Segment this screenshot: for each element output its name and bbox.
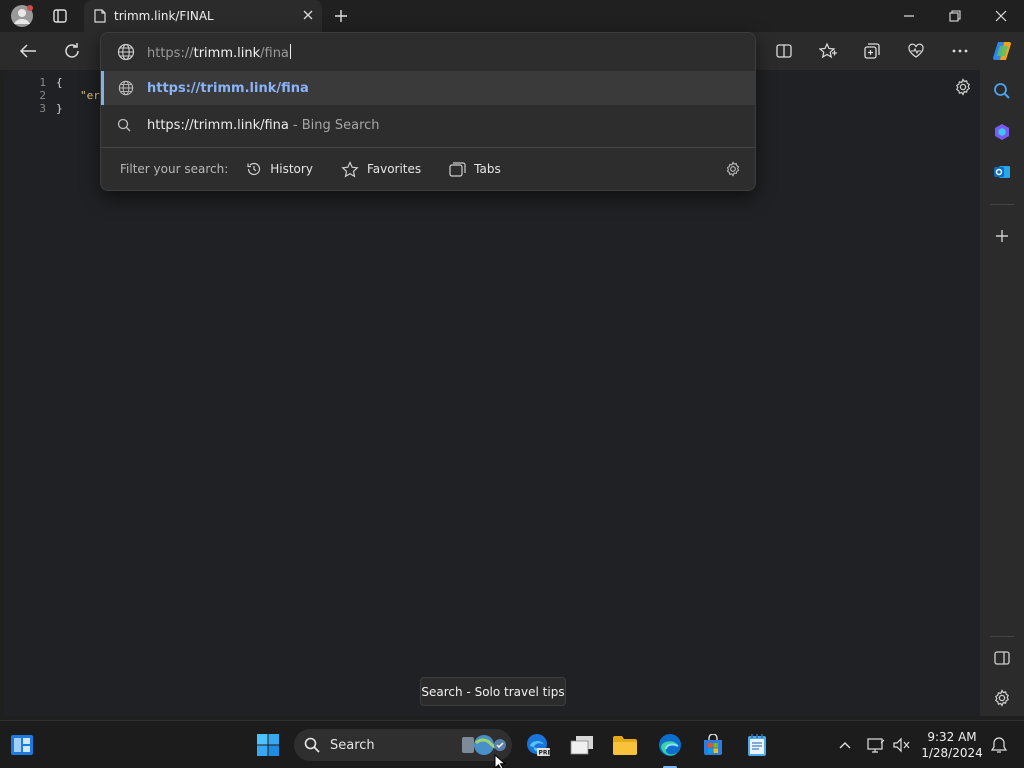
minimize-icon[interactable] (886, 0, 932, 32)
browser-essentials-icon[interactable] (900, 32, 932, 70)
code-line: 3} (39, 102, 63, 115)
start-icon[interactable] (252, 721, 284, 768)
suggestion-url-text: https://trimm.link/fina (147, 80, 309, 96)
sidebar-divider (990, 636, 1014, 637)
taskbar-search-label: Search (330, 737, 375, 753)
show-hidden-icons-chevron-icon[interactable] (834, 721, 856, 768)
edge-beta-icon[interactable]: PRE (522, 721, 554, 768)
sidebar-settings-icon[interactable] (980, 682, 1024, 714)
outlook-icon[interactable] (980, 156, 1024, 188)
search-icon (304, 737, 320, 753)
star-icon (341, 160, 359, 177)
filter-label: Filter your search: (120, 162, 229, 176)
file-explorer-icon[interactable] (609, 721, 641, 768)
suggestion-settings-icon[interactable] (725, 161, 741, 180)
filter-history[interactable]: History (246, 161, 313, 177)
collections-icon[interactable] (856, 32, 888, 70)
filter-tabs[interactable]: Tabs (449, 161, 501, 177)
network-icon[interactable] (864, 721, 888, 768)
address-bar-dropdown: https://trimm.link/fina https://trimm.li… (100, 32, 756, 191)
address-text: https://trimm.link/fina (147, 43, 291, 61)
globe-icon (117, 43, 135, 61)
taskbar: Search PRE 9:32 AM 1/28/2024 (0, 720, 1024, 768)
search-icon[interactable] (980, 75, 1024, 107)
taskbar-search[interactable]: Search (294, 729, 512, 761)
edge-sidebar (980, 70, 1024, 716)
refresh-icon[interactable] (56, 32, 88, 70)
edge-icon[interactable] (654, 721, 686, 768)
code-line: 1{ (39, 76, 63, 89)
suggestion-search[interactable]: https://trimm.link/fina - Bing Search (101, 108, 755, 142)
notifications-icon[interactable] (988, 721, 1010, 768)
clock-time: 9:32 AM (927, 730, 977, 744)
code-line: 2 "er (39, 89, 100, 102)
add-sidebar-app-icon[interactable] (980, 220, 1024, 252)
favorites-icon[interactable] (812, 32, 844, 70)
copilot-icon[interactable] (986, 32, 1018, 70)
hide-sidebar-icon[interactable] (980, 642, 1024, 674)
tab-actions-icon[interactable] (46, 0, 74, 32)
search-filter-bar: Filter your search: History Favorites Ta… (101, 149, 755, 189)
history-icon (247, 162, 261, 176)
search-icon (101, 118, 147, 132)
notepad-icon[interactable] (741, 721, 773, 768)
viewer-settings-icon[interactable] (954, 78, 972, 100)
widgets-icon[interactable] (6, 721, 38, 768)
dropdown-divider (101, 147, 755, 148)
json-viewer: 1{ 2 "er 3} (34, 76, 100, 115)
volume-muted-icon[interactable] (890, 721, 914, 768)
new-tab-icon[interactable] (328, 0, 354, 32)
more-options-icon[interactable] (944, 32, 976, 70)
address-bar[interactable]: https://trimm.link/fina (101, 33, 755, 71)
text-caret (289, 43, 291, 59)
title-bar: trimm.link/FINAL (0, 0, 1024, 32)
page-icon (94, 9, 106, 23)
svg-text:PRE: PRE (539, 750, 552, 757)
microsoft-store-icon[interactable] (697, 721, 729, 768)
profile-avatar-icon[interactable] (6, 0, 38, 32)
tab-title: trimm.link/FINAL (114, 9, 214, 23)
tab-active[interactable]: trimm.link/FINAL (84, 0, 322, 32)
sidebar-divider (990, 204, 1014, 205)
search-tooltip: Search - Solo travel tips (420, 677, 566, 706)
globe-icon (104, 80, 147, 96)
copilot-sidebar-icon[interactable] (980, 116, 1024, 148)
suggestion-search-suffix: - Bing Search (292, 117, 380, 133)
restore-icon[interactable] (932, 0, 978, 32)
filter-favorites[interactable]: Favorites (341, 160, 421, 178)
tabs-icon (449, 161, 466, 177)
task-view-icon[interactable] (566, 721, 598, 768)
split-screen-icon[interactable] (768, 32, 800, 70)
suggestion-url[interactable]: https://trimm.link/fina (101, 71, 755, 105)
close-window-icon[interactable] (978, 0, 1024, 32)
close-tab-icon[interactable] (302, 9, 314, 21)
system-clock[interactable]: 9:32 AM 1/28/2024 (916, 729, 988, 761)
mouse-cursor-icon (494, 753, 507, 768)
suggestion-search-text: https://trimm.link/fina (147, 117, 289, 133)
back-icon[interactable] (12, 32, 44, 70)
clock-date: 1/28/2024 (921, 746, 983, 760)
